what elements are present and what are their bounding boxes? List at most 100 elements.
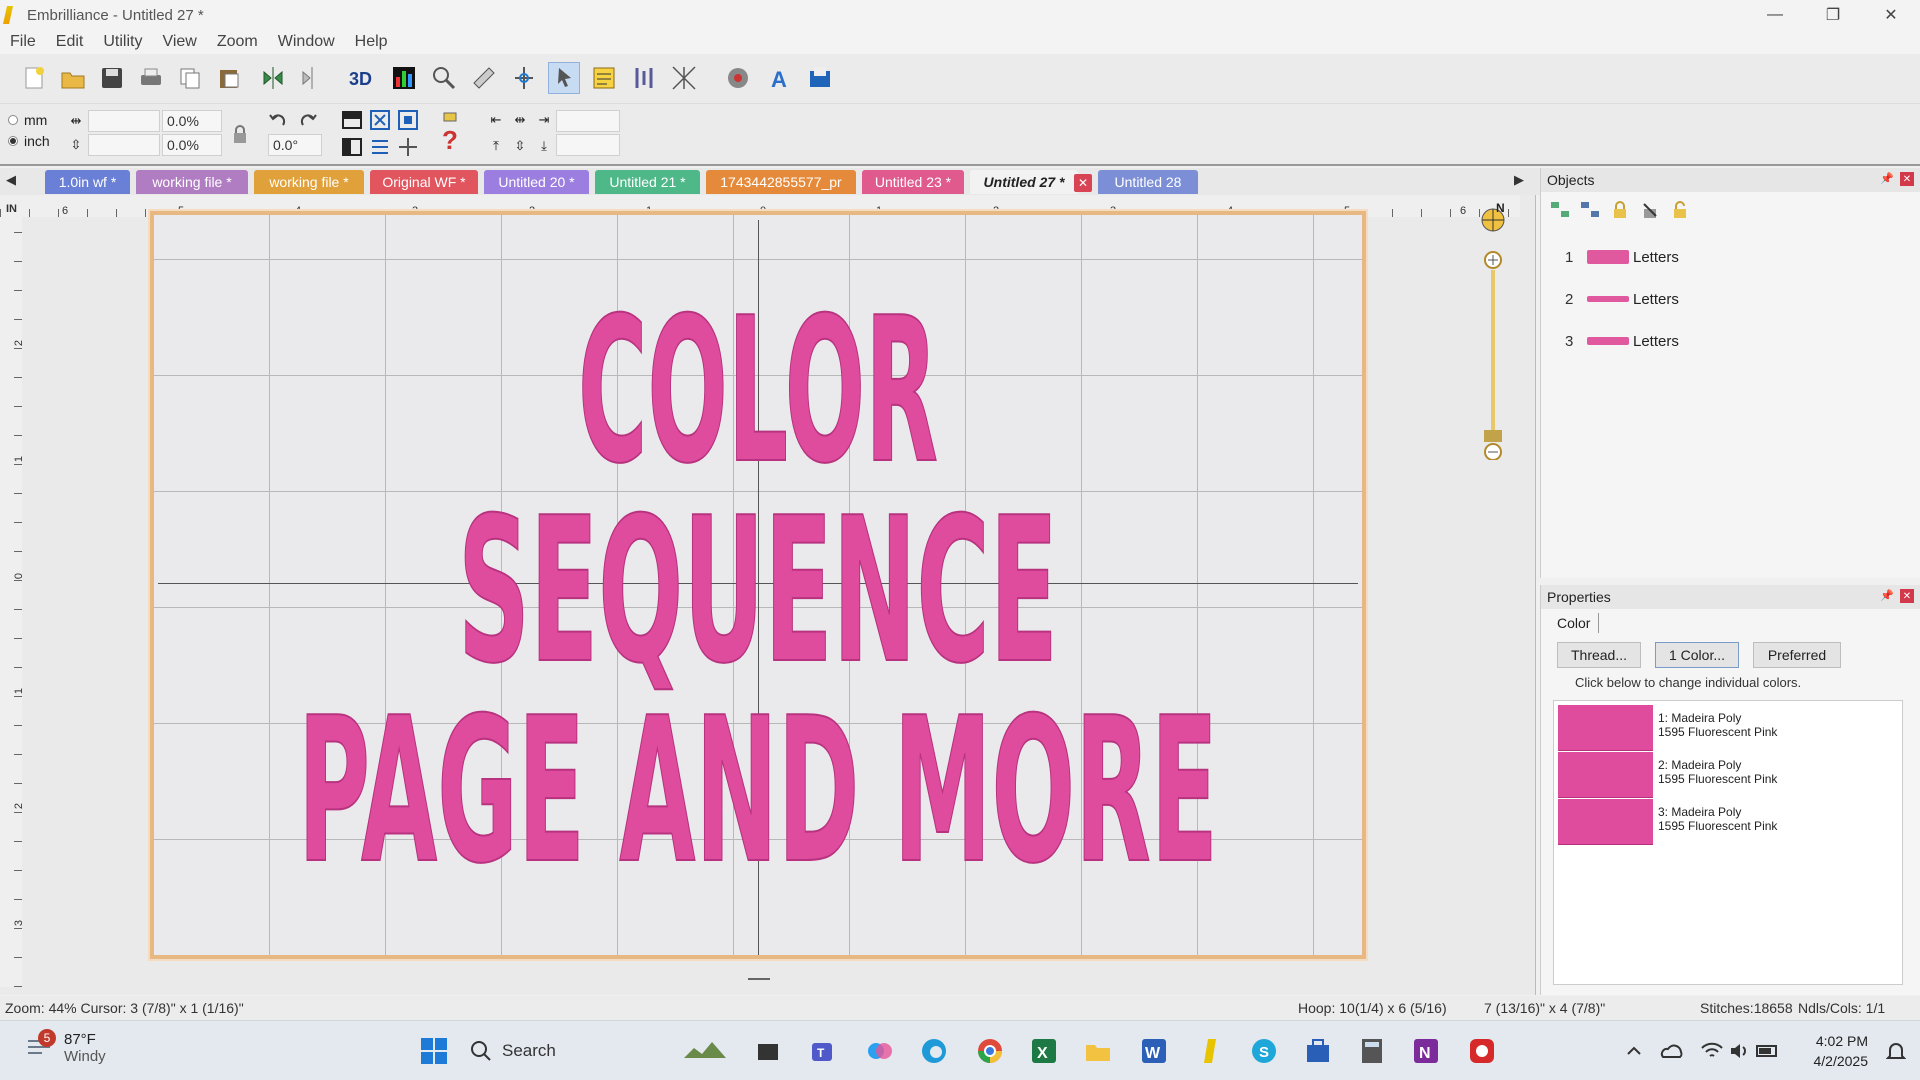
restore-button[interactable]: ❐ xyxy=(1804,0,1862,30)
skype-icon[interactable]: S xyxy=(1248,1035,1280,1067)
rotate-left-icon[interactable] xyxy=(266,108,290,132)
color-swatch[interactable] xyxy=(1558,705,1653,751)
pin-icon[interactable]: 📌 xyxy=(1880,172,1894,186)
chrome-icon[interactable] xyxy=(974,1035,1006,1067)
spacing-v-input[interactable] xyxy=(556,134,620,156)
tab-doc-6[interactable]: Untitled 21 * xyxy=(595,170,700,194)
excel-icon[interactable]: X xyxy=(1028,1035,1060,1067)
show-hidden-icons[interactable] xyxy=(1618,1035,1650,1067)
tab-scroll-right-icon[interactable]: ▶ xyxy=(1514,172,1524,188)
menu-edit[interactable]: Edit xyxy=(56,33,84,51)
embroidery-design[interactable]: COLOR SEQUENCE PAGE AND MORE xyxy=(280,270,1240,880)
rotation-input[interactable]: 0.0° xyxy=(268,134,322,156)
unlock-icon[interactable] xyxy=(1669,200,1691,220)
windows-start-icon[interactable] xyxy=(418,1035,450,1067)
space-top-icon[interactable]: ⤒ xyxy=(484,134,508,158)
preferred-button[interactable]: Preferred xyxy=(1753,642,1841,668)
machine-settings-icon[interactable] xyxy=(722,62,754,94)
menu-help[interactable]: Help xyxy=(355,33,388,51)
lock-aspect-icon[interactable] xyxy=(228,122,252,146)
screen-recorder-icon[interactable] xyxy=(1466,1035,1498,1067)
copy-icon[interactable] xyxy=(174,62,206,94)
list-align-icon[interactable] xyxy=(368,135,392,159)
tab-doc-2[interactable]: working file * xyxy=(136,170,248,194)
unit-inch-radio[interactable]: inch xyxy=(8,133,50,149)
edge-icon[interactable] xyxy=(918,1035,950,1067)
select-pointer-icon[interactable] xyxy=(548,62,580,94)
pin-icon[interactable]: 📌 xyxy=(1880,589,1894,603)
rotate-right-icon[interactable] xyxy=(296,108,320,132)
height-percent-input[interactable]: 0.0% xyxy=(162,134,222,156)
minimize-button[interactable]: — xyxy=(1746,0,1804,30)
zoom-magnifier-icon[interactable] xyxy=(428,62,460,94)
space-middle-icon[interactable]: ⇳ xyxy=(508,134,532,158)
print-icon[interactable] xyxy=(135,62,167,94)
ungroup-icon[interactable] xyxy=(1579,200,1601,220)
word-icon[interactable]: W xyxy=(1138,1035,1170,1067)
space-between-icon[interactable]: ⇹ xyxy=(508,108,532,132)
menu-window[interactable]: Window xyxy=(278,33,335,51)
unlock-all-icon[interactable] xyxy=(1639,200,1661,220)
design-line-1[interactable]: COLOR xyxy=(577,274,939,509)
fit-to-hoop-icon[interactable] xyxy=(368,108,392,132)
color-row-3[interactable]: 3: Madeira Poly 1595 Fluorescent Pink xyxy=(1558,799,1898,846)
design-line-3[interactable]: PAGE AND MORE xyxy=(297,674,1219,880)
color-swatch[interactable] xyxy=(1558,799,1653,845)
tab-doc-7[interactable]: 1743442855577_pr xyxy=(706,170,856,194)
space-bottom-icon[interactable]: ⤓ xyxy=(532,134,556,158)
notification-bell-icon[interactable] xyxy=(1880,1035,1912,1067)
3d-view-icon[interactable]: 3D xyxy=(346,62,378,94)
tab-color[interactable]: Color xyxy=(1549,613,1600,633)
tab-doc-1[interactable]: 1.0in wf * xyxy=(45,170,130,194)
lock-icon[interactable] xyxy=(1609,200,1631,220)
center-in-hoop-icon[interactable] xyxy=(396,108,420,132)
hoop-center-icon[interactable] xyxy=(508,62,540,94)
new-file-icon[interactable] xyxy=(18,62,50,94)
object-item-2[interactable]: 2 Letters xyxy=(1565,278,1679,320)
clock[interactable]: 4:02 PM 4/2/2025 xyxy=(1814,1031,1869,1071)
menu-view[interactable]: View xyxy=(162,33,196,51)
calculator-icon[interactable] xyxy=(1356,1035,1388,1067)
distribute-icon[interactable] xyxy=(396,135,420,159)
spacing-h-input[interactable] xyxy=(556,110,620,132)
open-folder-icon[interactable] xyxy=(57,62,89,94)
menu-utility[interactable]: Utility xyxy=(103,33,142,51)
taskbar-search[interactable]: Search xyxy=(470,1033,556,1069)
store-icon[interactable] xyxy=(1302,1035,1334,1067)
color-sort-icon[interactable] xyxy=(628,62,660,94)
ruler-measure-icon[interactable] xyxy=(468,62,500,94)
tab-doc-9-active[interactable]: Untitled 27 * xyxy=(970,170,1078,194)
zoom-slider[interactable]: N xyxy=(1478,200,1508,461)
teams-icon[interactable]: T xyxy=(808,1035,840,1067)
space-left-icon[interactable]: ⇤ xyxy=(484,108,508,132)
menu-file[interactable]: File xyxy=(10,33,36,51)
file-explorer-icon[interactable] xyxy=(1082,1035,1114,1067)
menu-zoom[interactable]: Zoom xyxy=(217,33,258,51)
height-input[interactable] xyxy=(88,134,160,156)
space-right-icon[interactable]: ⇥ xyxy=(532,108,556,132)
embrilliance-taskbar-icon[interactable] xyxy=(1194,1035,1226,1067)
unit-mm-radio[interactable]: mm xyxy=(8,112,47,128)
align-left-icon[interactable] xyxy=(340,135,364,159)
tab-doc-8[interactable]: Untitled 23 * xyxy=(862,170,964,194)
onedrive-icon[interactable] xyxy=(1656,1035,1688,1067)
object-item-3[interactable]: 3 Letters xyxy=(1565,320,1679,362)
object-item-1[interactable]: 1 Letters xyxy=(1565,236,1679,278)
tab-doc-5[interactable]: Untitled 20 * xyxy=(484,170,589,194)
search-highlight-icon[interactable] xyxy=(682,1035,730,1067)
mirror-vertical-icon[interactable] xyxy=(296,62,328,94)
close-button[interactable]: ✕ xyxy=(1862,0,1920,30)
tab-doc-4[interactable]: Original WF * xyxy=(370,170,478,194)
tab-doc-10[interactable]: Untitled 28 xyxy=(1098,170,1198,194)
close-panel-icon[interactable]: ✕ xyxy=(1900,172,1914,186)
mirror-horizontal-icon[interactable] xyxy=(257,62,289,94)
task-view-icon[interactable] xyxy=(752,1035,784,1067)
stitch-pattern-icon[interactable] xyxy=(668,62,700,94)
close-panel-icon[interactable]: ✕ xyxy=(1900,589,1914,603)
align-top-icon[interactable] xyxy=(340,108,364,132)
one-color-button[interactable]: 1 Color... xyxy=(1655,642,1739,668)
onenote-icon[interactable]: N xyxy=(1410,1035,1442,1067)
properties-panel-icon[interactable] xyxy=(588,62,620,94)
color-row-1[interactable]: 1: Madeira Poly 1595 Fluorescent Pink xyxy=(1558,705,1898,752)
help-icon[interactable]: ? xyxy=(438,110,462,158)
